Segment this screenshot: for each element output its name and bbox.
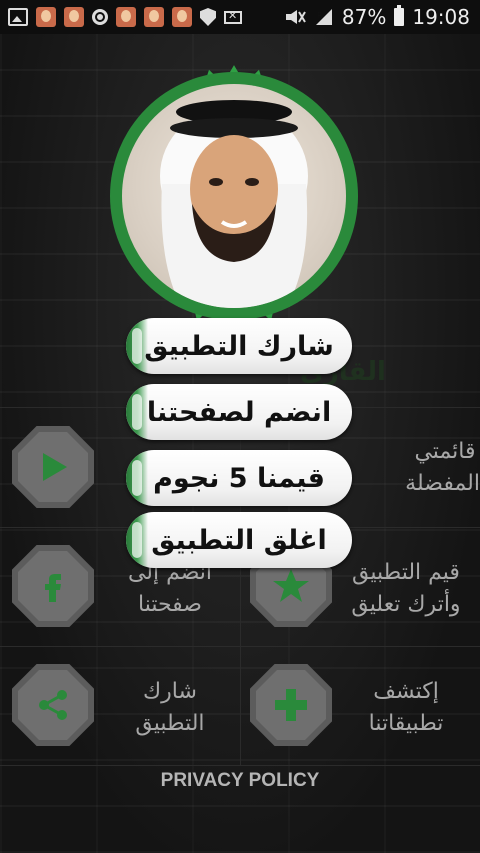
menu-rate-5-stars[interactable]: قيمنا 5 نجوم bbox=[126, 450, 352, 506]
contact-photo-icon bbox=[116, 7, 136, 27]
privacy-policy-link[interactable]: PRIVACY POLICY bbox=[0, 770, 480, 792]
menu-close-app[interactable]: اغلق التطبيق bbox=[126, 512, 352, 568]
person-portrait-icon bbox=[160, 100, 308, 308]
contact-photo-icon bbox=[36, 7, 56, 27]
share-app-label: شارك التطبيق bbox=[100, 676, 240, 740]
menu-join-page-label: انضم لصفحتنا bbox=[146, 396, 332, 428]
reciter-avatar bbox=[100, 62, 368, 330]
menu-close-app-label: اغلق التطبيق bbox=[151, 524, 327, 556]
contact-photo-icon bbox=[64, 7, 84, 27]
rate-app-line1: قيم التطبيق bbox=[352, 560, 460, 585]
play-icon bbox=[18, 432, 88, 502]
play-button[interactable] bbox=[12, 426, 94, 508]
ring-icon bbox=[92, 9, 108, 25]
share-button[interactable] bbox=[12, 664, 94, 746]
svg-text:R: R bbox=[317, 11, 323, 20]
discover-button[interactable] bbox=[250, 664, 332, 746]
gallery-icon bbox=[8, 8, 28, 26]
grid-cell-share-app[interactable]: شارك التطبيق bbox=[0, 646, 241, 766]
menu-share-app-label: شارك التطبيق bbox=[144, 330, 334, 362]
favorites-label: قائمتي المفضلة bbox=[405, 436, 480, 500]
menu-share-app[interactable]: شارك التطبيق bbox=[126, 318, 352, 374]
share-app-line2: التطبيق bbox=[135, 711, 205, 736]
mute-icon bbox=[285, 10, 306, 24]
discover-apps-line2: تطبيقاتنا bbox=[368, 711, 444, 736]
favorites-line1: قائمتي bbox=[414, 439, 476, 464]
status-bar: R 87% 19:08 bbox=[0, 0, 480, 34]
avatar-photo bbox=[122, 84, 346, 308]
shield-icon bbox=[200, 8, 216, 26]
share-app-line1: شارك bbox=[143, 679, 197, 704]
favorites-line2: المفضلة bbox=[405, 471, 480, 496]
grid-cell-discover-apps[interactable]: إكتشف تطبيقاتنا bbox=[240, 646, 480, 766]
facebook-button[interactable] bbox=[12, 545, 94, 627]
battery-icon bbox=[394, 5, 405, 26]
contact-photo-icon bbox=[144, 7, 164, 27]
rate-app-line2: وأترك تعليق bbox=[351, 592, 461, 617]
battery-percent: 87% bbox=[341, 5, 387, 29]
plus-icon bbox=[256, 670, 326, 740]
signal-icon: R bbox=[315, 9, 332, 25]
clock: 19:08 bbox=[412, 5, 470, 29]
contact-photo-icon bbox=[172, 7, 192, 27]
join-page-line2: صفحتنا bbox=[138, 592, 202, 617]
discover-apps-line1: إكتشف bbox=[373, 679, 439, 704]
facebook-icon bbox=[18, 551, 88, 621]
discover-apps-label: إكتشف تطبيقاتنا bbox=[336, 676, 476, 740]
share-icon bbox=[18, 670, 88, 740]
menu-join-page[interactable]: انضم لصفحتنا bbox=[126, 384, 352, 440]
rate-app-label: قيم التطبيق وأترك تعليق bbox=[336, 557, 476, 621]
mail-icon bbox=[224, 9, 242, 24]
menu-rate-label: قيمنا 5 نجوم bbox=[153, 462, 325, 494]
